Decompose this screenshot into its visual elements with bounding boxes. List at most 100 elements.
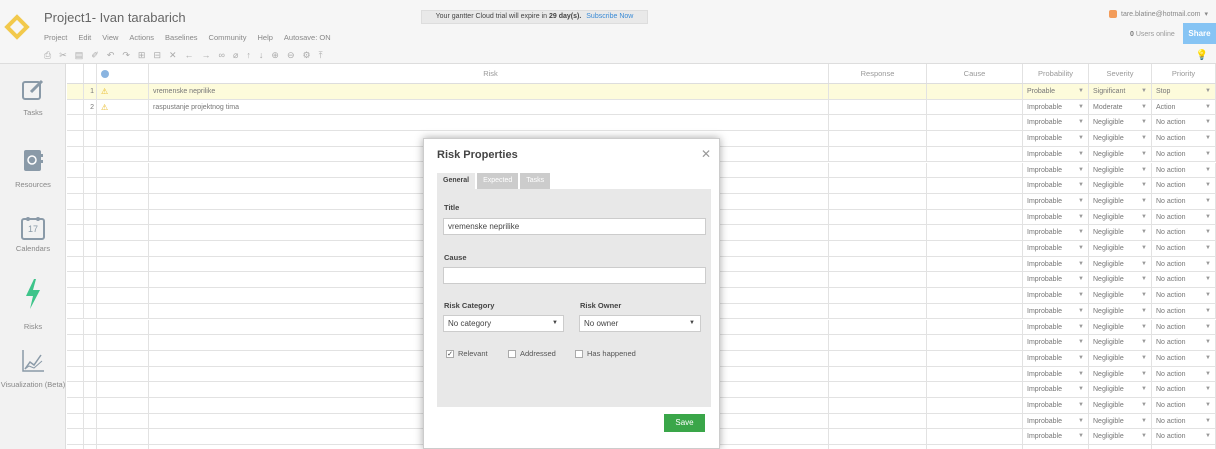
row-number-cell[interactable] xyxy=(84,288,97,303)
severity-cell[interactable]: ▼Negligible xyxy=(1089,366,1152,382)
row-number-cell[interactable] xyxy=(84,413,97,429)
probability-cell[interactable]: ▼ Improbable xyxy=(1023,178,1089,193)
row-number-cell[interactable] xyxy=(84,178,97,193)
priority-cell[interactable]: No action ▼ xyxy=(1152,398,1216,413)
response-cell[interactable] xyxy=(829,225,927,240)
probability-cell[interactable]: ▼ Improbable xyxy=(1023,272,1089,288)
severity-cell[interactable]: ▼Negligible xyxy=(1089,445,1152,449)
row-select-cell[interactable] xyxy=(67,445,84,449)
col-severity[interactable]: Severity xyxy=(1089,64,1152,83)
severity-cell[interactable]: ▼Negligible xyxy=(1089,319,1152,335)
priority-cell[interactable]: No action ▼ xyxy=(1152,241,1216,256)
priority-cell[interactable]: No action ▼ xyxy=(1152,429,1216,445)
row-select-cell[interactable] xyxy=(67,146,84,162)
priority-cell[interactable]: No action ▼ xyxy=(1152,178,1216,193)
response-cell[interactable] xyxy=(829,398,927,413)
row-warning-cell[interactable] xyxy=(97,178,149,193)
severity-cell[interactable]: ▼Negligible xyxy=(1089,131,1152,146)
probability-cell[interactable]: ▼ Improbable xyxy=(1023,350,1089,366)
response-cell[interactable] xyxy=(829,303,927,319)
probability-cell[interactable]: ▼ Improbable xyxy=(1023,99,1089,115)
cause-cell[interactable] xyxy=(927,288,1023,303)
row-select-cell[interactable] xyxy=(67,84,84,99)
share-button[interactable]: Share xyxy=(1183,23,1216,44)
severity-cell[interactable]: ▼Negligible xyxy=(1089,225,1152,240)
row-select-cell[interactable] xyxy=(67,429,84,445)
cause-cell[interactable] xyxy=(927,225,1023,240)
table-row[interactable]: 1 ⚠ vremenske neprilike ▼ Probable ▼ Significa… xyxy=(67,84,1216,100)
probability-cell[interactable]: ▼ Improbable xyxy=(1023,115,1089,131)
row-warning-cell[interactable] xyxy=(97,445,149,449)
row-number-cell[interactable] xyxy=(84,429,97,445)
format-painter-icon[interactable]: ✐ xyxy=(91,50,99,61)
gantter-logo[interactable] xyxy=(4,14,30,40)
response-cell[interactable] xyxy=(829,288,927,303)
row-warning-cell[interactable] xyxy=(97,131,149,146)
priority-cell[interactable]: No action ▼ xyxy=(1152,303,1216,319)
insert-row-icon[interactable]: ⊞ xyxy=(138,50,146,61)
cause-cell[interactable] xyxy=(927,445,1023,449)
sidebar-item-risks[interactable]: Risks xyxy=(0,278,66,331)
addressed-checkbox[interactable]: Addressed xyxy=(508,349,556,358)
response-cell[interactable] xyxy=(829,241,927,256)
response-cell[interactable] xyxy=(829,115,927,131)
response-cell[interactable] xyxy=(829,146,927,162)
row-select-cell[interactable] xyxy=(67,319,84,335)
sidebar-item-tasks[interactable]: Tasks xyxy=(0,78,66,117)
risk-cell[interactable]: vremenske neprilike xyxy=(149,84,829,99)
probability-cell[interactable]: ▼ Improbable xyxy=(1023,288,1089,303)
col-probability[interactable]: Probability xyxy=(1023,64,1089,83)
probability-cell[interactable]: ▼ Improbable xyxy=(1023,146,1089,162)
row-warning-cell[interactable] xyxy=(97,429,149,445)
table-row[interactable]: 2 ⚠ raspustanje projektnog tima ▼ Improbable… xyxy=(67,99,1216,116)
priority-cell[interactable]: No action ▼ xyxy=(1152,131,1216,146)
row-select-cell[interactable] xyxy=(67,256,84,272)
print-icon[interactable]: ⎙ xyxy=(44,50,51,61)
priority-cell[interactable]: No action ▼ xyxy=(1152,319,1216,335)
row-select-cell[interactable] xyxy=(67,382,84,397)
cause-cell[interactable] xyxy=(927,335,1023,350)
tab-general[interactable]: General xyxy=(437,173,476,189)
row-warning-cell[interactable] xyxy=(97,398,149,413)
cause-cell[interactable] xyxy=(927,398,1023,413)
priority-cell[interactable]: No action ▼ xyxy=(1152,209,1216,225)
row-number-cell[interactable] xyxy=(84,256,97,272)
response-cell[interactable] xyxy=(829,350,927,366)
probability-cell[interactable]: ▼ Improbable xyxy=(1023,131,1089,146)
severity-cell[interactable]: ▼Negligible xyxy=(1089,193,1152,209)
cause-cell[interactable] xyxy=(927,319,1023,335)
row-warning-cell[interactable] xyxy=(97,241,149,256)
probability-cell[interactable]: ▼ Improbable xyxy=(1023,398,1089,413)
indent-icon[interactable]: → xyxy=(202,50,211,61)
probability-cell[interactable]: ▼ Improbable xyxy=(1023,209,1089,225)
severity-cell[interactable]: ▼Negligible xyxy=(1089,350,1152,366)
col-cause[interactable]: Cause xyxy=(927,64,1023,83)
row-select-cell[interactable] xyxy=(67,241,84,256)
delete-icon[interactable]: ✕ xyxy=(169,50,177,61)
severity-cell[interactable]: ▼Negligible xyxy=(1089,241,1152,256)
response-cell[interactable] xyxy=(829,366,927,382)
probability-cell[interactable]: ▼ Improbable xyxy=(1023,241,1089,256)
row-select-cell[interactable] xyxy=(67,178,84,193)
risk-owner-select[interactable]: No owner ▼ xyxy=(579,315,701,332)
severity-cell[interactable]: ▼Negligible xyxy=(1089,382,1152,397)
save-button[interactable]: Save xyxy=(664,414,705,432)
row-select-cell[interactable] xyxy=(67,225,84,240)
user-menu[interactable]: tare.blatine@hotmail.com ▾ xyxy=(1109,10,1208,18)
cause-cell[interactable] xyxy=(927,99,1023,115)
row-warning-cell[interactable] xyxy=(97,350,149,366)
insert-col-icon[interactable]: ⊟ xyxy=(153,50,161,61)
row-number-cell[interactable] xyxy=(84,272,97,288)
row-number-cell[interactable] xyxy=(84,445,97,449)
cause-cell[interactable] xyxy=(927,131,1023,146)
priority-cell[interactable]: No action ▼ xyxy=(1152,225,1216,240)
row-number-cell[interactable] xyxy=(84,146,97,162)
row-number-cell[interactable] xyxy=(84,319,97,335)
response-cell[interactable] xyxy=(829,382,927,397)
menu-actions[interactable]: Actions xyxy=(129,33,154,42)
row-warning-cell[interactable] xyxy=(97,272,149,288)
severity-cell[interactable]: ▼Negligible xyxy=(1089,335,1152,350)
response-cell[interactable] xyxy=(829,131,927,146)
response-cell[interactable] xyxy=(829,193,927,209)
response-cell[interactable] xyxy=(829,413,927,429)
